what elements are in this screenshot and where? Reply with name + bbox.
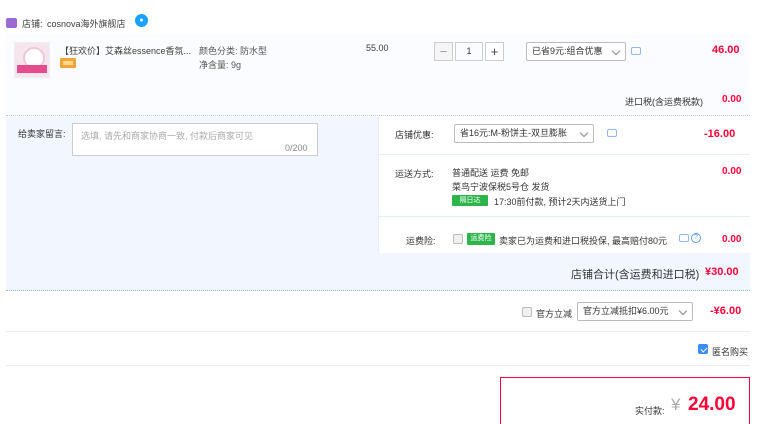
help-icon[interactable]: ? [691, 233, 701, 243]
official-discount-select-text: 官方立减抵扣¥6.00元 [583, 306, 669, 316]
official-discount-select[interactable]: 官方立减抵扣¥6.00元 [577, 302, 693, 321]
shop-total-label: 店铺合计(含运费和进口税) [571, 269, 700, 281]
sku-weight: 净含量: 9g [199, 60, 242, 70]
shop-total-value: ¥30.00 [705, 266, 739, 278]
currency-symbol: ¥ [671, 395, 681, 414]
product-thumbnail[interactable] [14, 42, 50, 78]
item-promotion-value: 已省9元:组合优惠 [532, 46, 603, 56]
sku-color: 颜色分类: 防水型 [199, 46, 268, 56]
official-discount-checkbox[interactable] [522, 307, 532, 317]
item-total-price: 46.00 [712, 44, 740, 56]
chevron-down-icon [611, 46, 621, 56]
quantity-input[interactable]: 1 [455, 42, 483, 61]
shop-coupon-value-text: 省16元:M-粉饼主-双旦膨胀 [460, 128, 568, 138]
shop-coupon-label: 店铺优惠: [395, 130, 434, 140]
shop-icon [6, 18, 17, 28]
official-discount-label: 官方立减 [536, 309, 573, 319]
comment-icon[interactable] [607, 129, 617, 137]
unit-price: 55.00 [366, 43, 389, 53]
chevron-down-icon [579, 128, 589, 138]
seller-message-placeholder: 选填, 请先和商家协商一致, 付款后商家可见 [81, 131, 254, 141]
quantity-increase-button[interactable]: + [485, 42, 504, 61]
payment-label: 实付款: [635, 406, 665, 416]
delivery-estimate: 17:30前付款, 预计2天内送货上门 [494, 197, 626, 207]
payment-amount: 24.00 [688, 394, 736, 415]
seller-message-count: 0/200 [285, 143, 308, 153]
shipping-method: 普通配送 运费 免邮 [452, 168, 530, 178]
official-discount-value: -¥6.00 [710, 305, 742, 317]
shop-label: 店铺: [22, 19, 43, 29]
import-tax-value: 0.00 [722, 94, 742, 105]
freight-insurance-value: 0.00 [722, 234, 742, 245]
freight-insurance-text: 卖家已为运费和进口税投保, 最高赔付80元 [499, 236, 668, 246]
anonymous-purchase-checkbox[interactable] [698, 344, 708, 354]
quantity-decrease-button[interactable]: − [434, 42, 453, 61]
chevron-down-icon [678, 306, 688, 316]
shipping-fee-value: 0.00 [722, 166, 742, 177]
divider [6, 331, 750, 332]
next-day-badge: 隔日达 [452, 195, 488, 206]
shipping-label: 运送方式: [395, 169, 434, 179]
freight-insurance-label: 运费险: [406, 236, 436, 246]
shipping-warehouse: 菜鸟宁波保税5号仓 发货 [452, 182, 550, 192]
seller-message-label: 给卖家留言: [18, 129, 66, 139]
comment-icon[interactable] [679, 234, 689, 242]
shop-name-link[interactable]: cosnova海外旗舰店 [47, 17, 126, 30]
import-tax-label: 进口税(含运费税款) [625, 97, 703, 107]
product-title-link[interactable]: 【狂欢价】艾森丝essence香氛... [60, 44, 195, 57]
freight-insurance-checkbox[interactable] [453, 234, 463, 244]
divider [6, 365, 750, 366]
anonymous-purchase-label: 匿名购买 [712, 347, 749, 357]
shop-coupon-select[interactable]: 省16元:M-粉饼主-双旦膨胀 [454, 124, 594, 143]
wangwang-chat-icon[interactable]: ● [135, 14, 148, 27]
shop-coupon-value: -16.00 [704, 128, 736, 140]
item-promotion-select[interactable]: 已省9元:组合优惠 [526, 42, 626, 61]
divider [378, 154, 750, 155]
comment-icon[interactable] [631, 47, 641, 55]
credit-card-icon [60, 58, 76, 68]
divider [378, 216, 750, 217]
freight-insurance-badge: 运费险 [467, 233, 495, 245]
